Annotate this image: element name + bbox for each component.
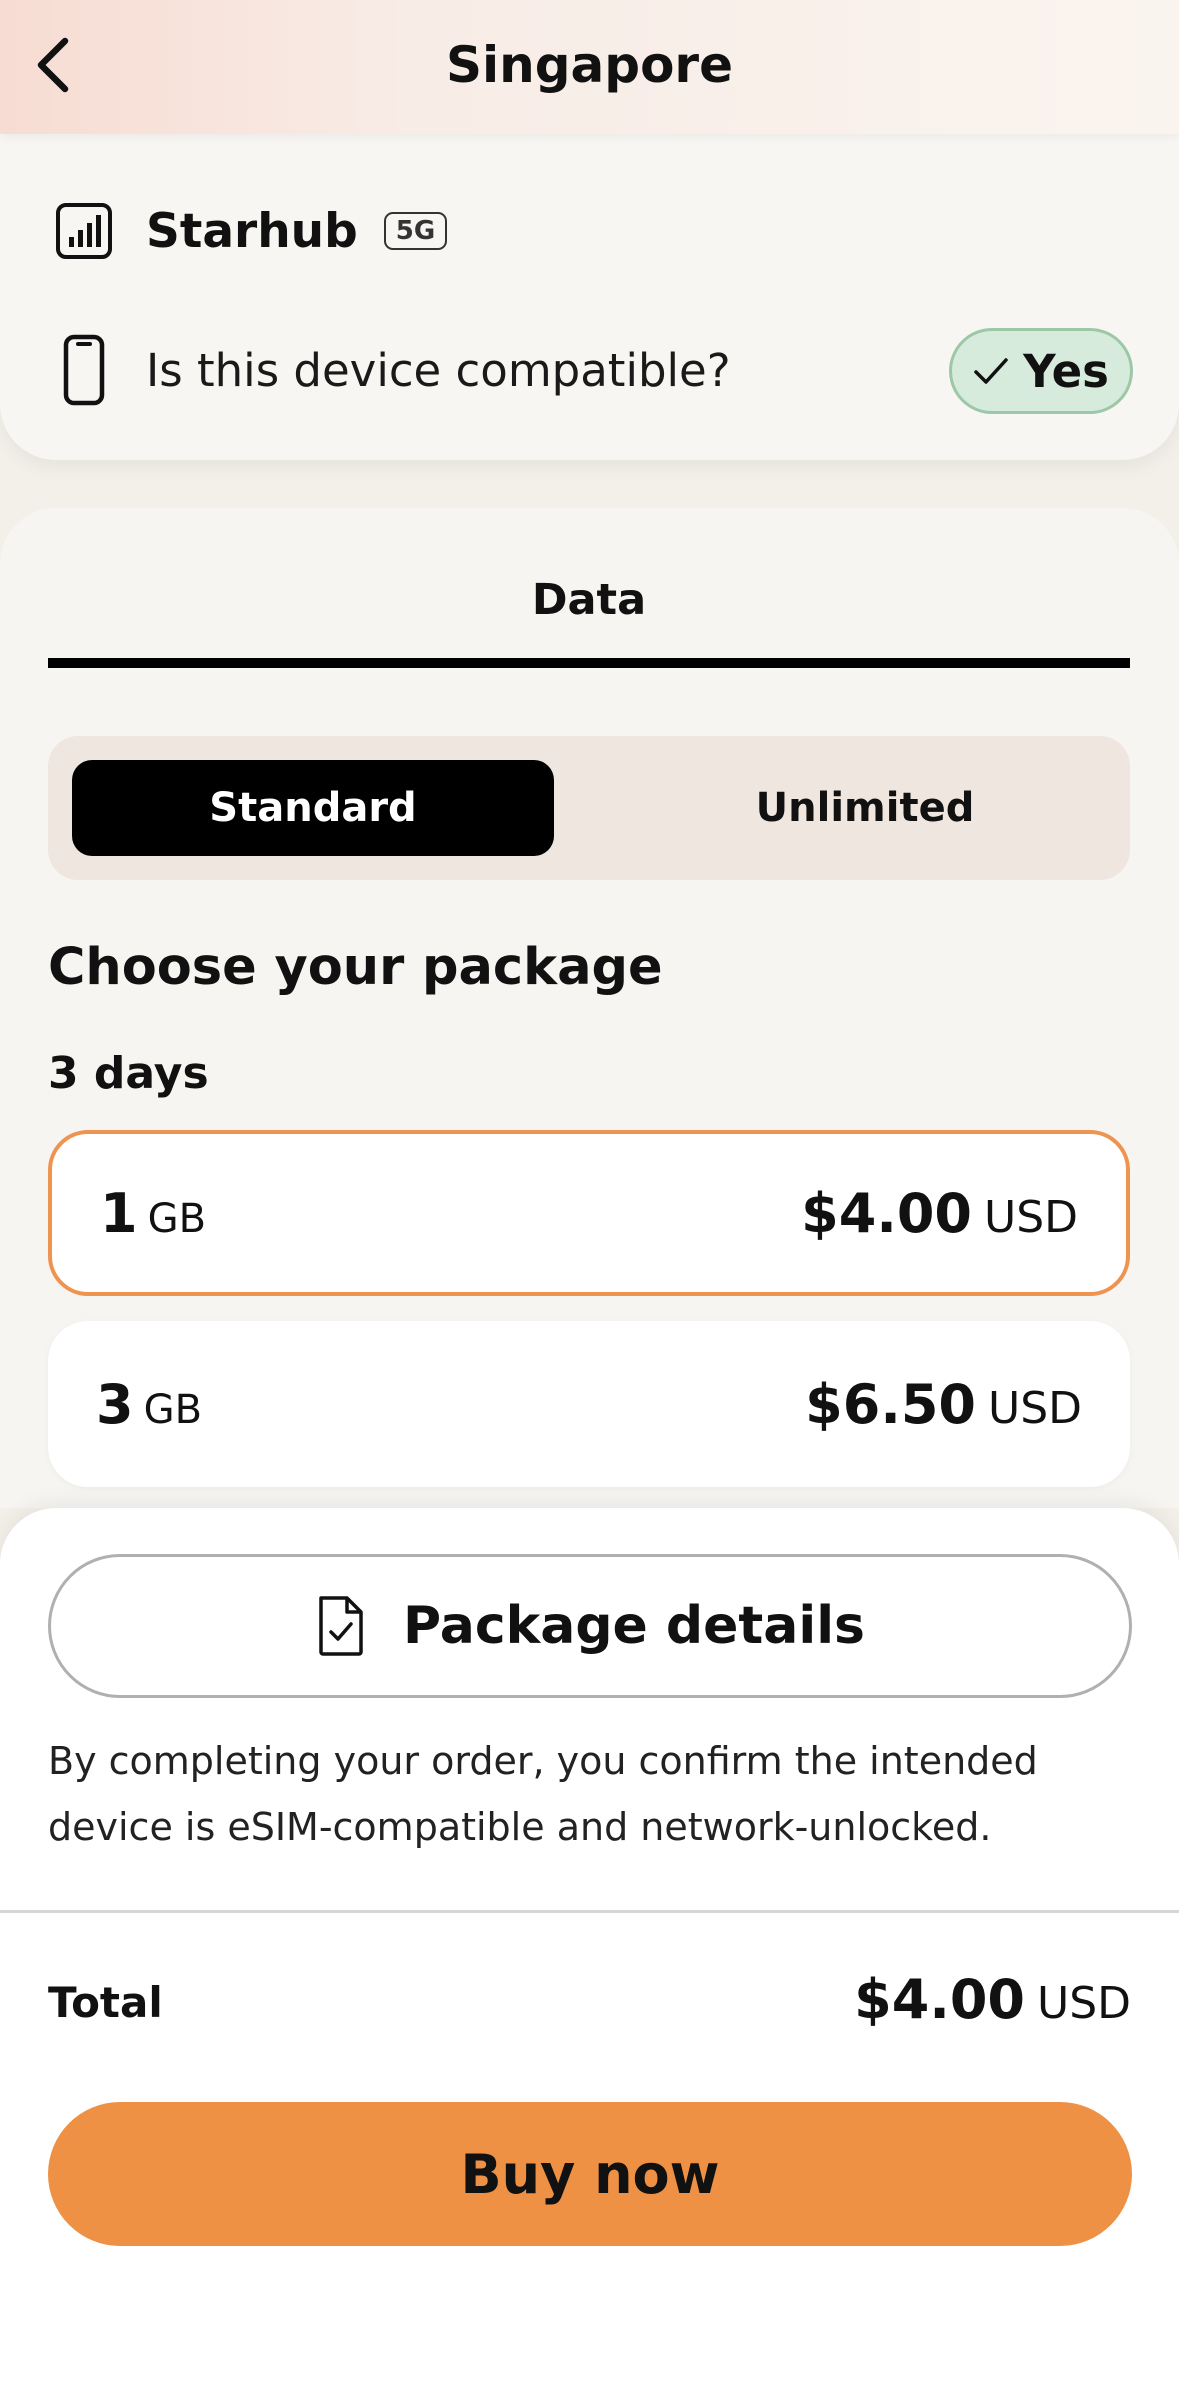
carrier-card: Starhub 5G Is this device compatible? Ye…	[0, 120, 1179, 460]
smartphone-icon	[63, 334, 105, 406]
package-price-group: $4.00 USD	[801, 1182, 1078, 1245]
total-price: $4.00	[854, 1968, 1025, 2031]
network-badge: 5G	[383, 212, 448, 250]
package-price-group: $6.50 USD	[805, 1373, 1082, 1436]
order-disclaimer: By completing your order, you confirm th…	[48, 1739, 1038, 1849]
signal-bars-icon	[56, 203, 112, 259]
compatibility-row: Is this device compatible?	[54, 325, 731, 415]
package-price: $4.00	[801, 1181, 972, 1245]
section-title: Choose your package	[48, 938, 663, 997]
package-details-label: Package details	[403, 1596, 865, 1656]
duration-label: 3 days	[48, 1048, 209, 1099]
package-option-3gb[interactable]: 3 GB $6.50 USD	[48, 1321, 1130, 1487]
carrier-name: Starhub	[146, 203, 358, 259]
compatibility-question: Is this device compatible?	[146, 343, 731, 397]
buy-now-button[interactable]: Buy now	[48, 2102, 1132, 2246]
checkout-sheet: Package details By completing your order…	[0, 1508, 1179, 2396]
package-amount: 3	[96, 1372, 134, 1436]
package-details-button[interactable]: Package details	[48, 1554, 1132, 1698]
segment-unlimited[interactable]: Unlimited	[624, 760, 1106, 856]
package-unit: GB	[143, 1386, 203, 1433]
package-currency: USD	[987, 1382, 1082, 1434]
total-currency: USD	[1036, 1978, 1131, 2029]
compatibility-answer: Yes	[1023, 344, 1109, 398]
compatibility-status-badge[interactable]: Yes	[949, 328, 1133, 414]
page-title: Singapore	[446, 36, 733, 94]
segment-standard[interactable]: Standard	[72, 760, 554, 856]
total-value: $4.00 USD	[854, 1968, 1131, 2031]
document-check-icon	[319, 1596, 363, 1656]
divider	[0, 1910, 1179, 1913]
check-icon	[974, 358, 1008, 384]
carrier-row: Starhub 5G	[54, 190, 448, 272]
package-amount: 1	[100, 1181, 138, 1245]
total-label: Total	[48, 1978, 163, 2027]
plan-type-segmented-control: Standard Unlimited	[48, 736, 1130, 880]
package-currency: USD	[983, 1191, 1078, 1243]
package-option-1gb[interactable]: 1 GB $4.00 USD	[48, 1130, 1130, 1296]
data-package-card: Data Standard Unlimited Choose your pack…	[0, 508, 1179, 1508]
package-size: 1 GB	[100, 1182, 206, 1245]
package-price: $6.50	[805, 1372, 976, 1436]
tab-data[interactable]: Data	[48, 568, 1130, 668]
top-bar: Singapore	[0, 0, 1179, 134]
package-unit: GB	[147, 1195, 207, 1242]
package-size: 3 GB	[96, 1373, 202, 1436]
